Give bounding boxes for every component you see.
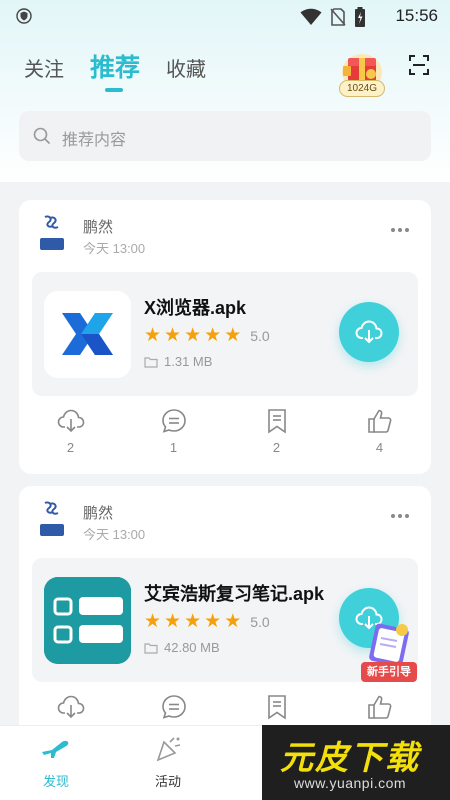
like-action[interactable] [328, 694, 431, 720]
star-icon: ★ [204, 611, 222, 632]
app-icon-x-browser [44, 291, 131, 378]
post-time: 今天 13:00 [83, 241, 146, 256]
author-name[interactable]: 鹏然 [83, 216, 113, 237]
nav-activity[interactable]: 活动 [138, 736, 198, 790]
download-button[interactable] [339, 302, 399, 362]
nav-discover[interactable]: 发现 [26, 736, 86, 790]
folder-icon [144, 356, 158, 368]
tab-recommend[interactable]: 推荐 [90, 48, 140, 84]
tab-follow[interactable]: 关注 [24, 53, 64, 82]
search-placeholder: 推荐内容 [62, 132, 127, 149]
status-time: 15:56 [395, 6, 438, 25]
comment-icon [161, 409, 186, 433]
bookmark-icon [267, 695, 286, 720]
like-action[interactable]: 4 [328, 408, 431, 455]
apk-size: 1.31 MB [144, 354, 212, 369]
party-popper-icon [156, 737, 181, 762]
battery-icon [355, 7, 365, 27]
cloud-download-icon [57, 695, 84, 719]
star-icon: ★ [184, 325, 202, 346]
apk-size-value: 42.80 MB [164, 640, 220, 655]
comment-count: 1 [169, 440, 178, 455]
plane-icon [42, 740, 69, 758]
star-icon: ★ [204, 325, 222, 346]
apk-name: X浏览器.apk [144, 298, 247, 318]
more-options-icon[interactable] [391, 228, 409, 232]
no-sim-icon [330, 8, 346, 26]
gift-label: 1024G [339, 80, 385, 97]
post-actions: 2 1 2 4 [19, 408, 431, 455]
watermark-logo: 元皮下载 www.yuanpi.com [262, 725, 450, 800]
active-tab-indicator [105, 88, 123, 92]
apk-item[interactable]: X浏览器.apk ★ ★ ★ ★ ★ 5.0 1.31 MB [32, 272, 418, 396]
star-icon: ★ [184, 611, 202, 632]
star-icon: ★ [164, 611, 182, 632]
star-icon: ★ [224, 611, 242, 632]
download-action[interactable] [19, 694, 122, 720]
folder-icon [144, 642, 158, 654]
more-options-icon[interactable] [391, 514, 409, 518]
app-icon-notes [44, 577, 131, 664]
post-time: 今天 13:00 [83, 527, 146, 542]
rating-score: 5.0 [250, 614, 270, 630]
apk-name: 艾宾浩斯复习笔记.apk [144, 584, 325, 604]
watermark-main: 元皮下载 [280, 739, 420, 776]
bookmark-action[interactable]: 2 [225, 408, 328, 455]
post-card[interactable]: 鹏然 今天 13:00 X浏览器.apk ★ ★ ★ ★ ★ 5.0 1.31 … [19, 200, 431, 474]
star-icon: ★ [144, 611, 162, 632]
author-avatar[interactable] [39, 214, 65, 254]
rating-stars: ★ ★ ★ ★ ★ 5.0 [144, 326, 270, 346]
thumbs-up-icon [367, 695, 391, 719]
star-icon: ★ [164, 325, 182, 346]
like-count: 4 [375, 440, 384, 455]
post-card[interactable]: 鹏然 今天 13:00 艾宾浩斯复习笔记.apk ★ ★ ★ ★ ★ 5.0 4… [19, 486, 431, 746]
nav-discover-label: 发现 [42, 774, 69, 789]
comment-action[interactable] [122, 694, 225, 720]
download-action[interactable]: 2 [19, 408, 122, 455]
shield-icon [16, 8, 32, 24]
author-avatar[interactable] [39, 500, 65, 540]
star-icon: ★ [224, 325, 242, 346]
thumbs-up-icon [367, 409, 391, 433]
scan-icon[interactable] [408, 54, 430, 76]
post-actions [19, 694, 431, 720]
bookmark-action[interactable] [225, 694, 328, 720]
download-count: 2 [66, 440, 75, 455]
top-tabs: 关注 推荐 收藏 [24, 48, 232, 84]
search-icon [33, 127, 51, 145]
cloud-download-icon [57, 409, 84, 433]
apk-size: 42.80 MB [144, 640, 220, 655]
comment-action[interactable]: 1 [122, 408, 225, 455]
rating-score: 5.0 [250, 328, 270, 344]
wifi-icon [300, 8, 322, 25]
rating-stars: ★ ★ ★ ★ ★ 5.0 [144, 612, 270, 632]
nav-activity-label: 活动 [154, 774, 181, 789]
apk-size-value: 1.31 MB [164, 354, 213, 369]
author-name[interactable]: 鹏然 [83, 502, 113, 523]
search-bar[interactable]: 推荐内容 [19, 111, 431, 161]
bookmark-count: 2 [272, 440, 281, 455]
bookmark-icon [267, 409, 286, 434]
newbie-guide-label[interactable]: 新手引导 [361, 662, 417, 682]
star-icon: ★ [144, 325, 162, 346]
tab-favorites[interactable]: 收藏 [166, 53, 206, 82]
comment-icon [161, 695, 186, 719]
cloud-download-icon [355, 320, 383, 344]
watermark-url: www.yuanpi.com [294, 775, 407, 791]
status-bar: 15:56 [0, 0, 450, 32]
